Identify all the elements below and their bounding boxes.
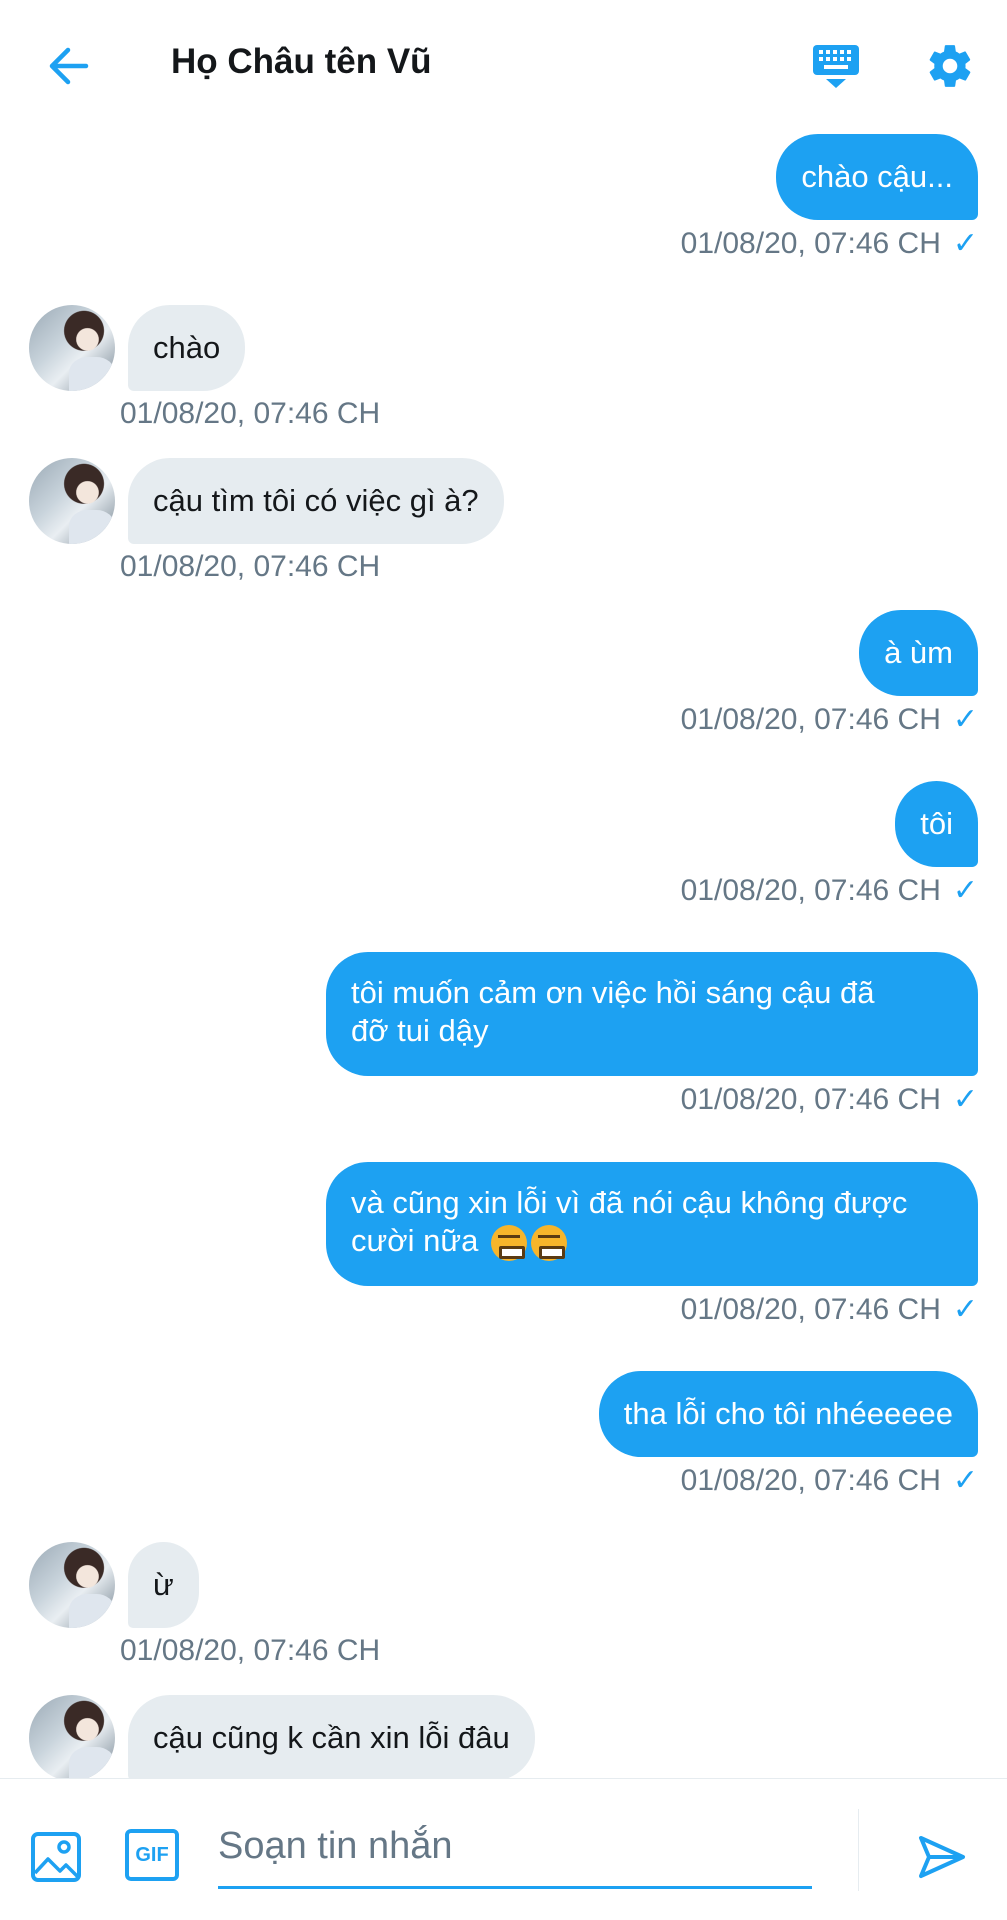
message-list[interactable]: chào cậu... 01/08/20, 07:46 CH ✓ chào 01… [0,130,1007,1778]
message-text: à ùm [884,635,953,670]
message-bubble-outgoing[interactable]: à ùm [859,610,978,696]
message-text-line-with-emoji: cười nữa [351,1222,567,1261]
check-icon: ✓ [952,703,978,736]
message-text-line: và cũng xin lỗi vì đã nói cậu không được [351,1185,908,1220]
message-timestamp: 01/08/20, 07:46 CH [120,1634,381,1667]
avatar[interactable] [29,1695,115,1778]
message-bubble-incoming[interactable]: cậu cũng k cần xin lỗi đâu [128,1695,535,1778]
check-icon: ✓ [952,1293,978,1326]
settings-button[interactable] [920,36,980,96]
message-bubble-outgoing[interactable]: tôi muốn cảm ơn việc hồi sáng cậu đã đỡ … [326,952,978,1076]
compose-field[interactable] [218,1807,812,1889]
compose-input[interactable] [218,1807,812,1886]
timestamp-text: 01/08/20, 07:46 CH [680,1082,941,1116]
arrow-left-icon [49,47,89,85]
timestamp-text: 01/08/20, 07:46 CH [680,873,941,907]
check-icon: ✓ [952,874,978,907]
timestamp-text: 01/08/20, 07:46 CH [680,226,941,260]
avatar[interactable] [29,305,115,391]
message-bubble-outgoing[interactable]: tôi [895,781,978,867]
grimacing-squint-emoji-icon [490,1224,527,1261]
gear-icon [929,45,971,87]
message-composer: GIF [0,1778,1007,1920]
send-icon [919,1836,965,1878]
message-timestamp: 01/08/20, 07:46 CH ✓ [681,1292,978,1327]
message-timestamp: 01/08/20, 07:46 CH [120,550,381,583]
message-text: chào cậu... [801,159,953,194]
gif-label: GIF [135,1843,169,1866]
keyboard-icon [813,45,859,88]
message-timestamp: 01/08/20, 07:46 CH [120,397,381,430]
message-text-line: tôi muốn cảm ơn việc hồi sáng cậu đã [351,975,875,1010]
message-bubble-outgoing[interactable]: và cũng xin lỗi vì đã nói cậu không được… [326,1162,978,1286]
message-timestamp: 01/08/20, 07:46 CH ✓ [681,226,978,261]
message-bubble-incoming[interactable]: cậu tìm tôi có việc gì à? [128,458,504,544]
message-text: chào [153,330,221,365]
add-image-button[interactable] [30,1831,82,1883]
image-icon [31,1832,81,1882]
avatar[interactable] [29,1542,115,1628]
timestamp-text: 01/08/20, 07:46 CH [680,702,941,736]
message-text-line: cười nữa [351,1223,479,1258]
message-text: tôi [920,806,953,841]
send-button[interactable] [912,1827,972,1887]
check-icon: ✓ [952,1464,978,1497]
gif-button[interactable]: GIF [125,1829,179,1881]
message-text: ừ [153,1567,174,1602]
timestamp-text: 01/08/20, 07:46 CH [680,1463,941,1497]
back-button[interactable] [38,36,98,96]
message-timestamp: 01/08/20, 07:46 CH ✓ [681,702,978,737]
grimacing-squint-emoji-icon [530,1224,567,1261]
divider [858,1809,859,1891]
chat-header: Họ Châu tên Vũ [0,0,1007,130]
message-bubble-incoming[interactable]: ừ [128,1542,199,1628]
message-text-line: đỡ tui dậy [351,1013,489,1048]
check-icon: ✓ [952,1083,978,1116]
message-text: cậu cũng k cần xin lỗi đâu [153,1720,510,1755]
avatar[interactable] [29,458,115,544]
message-timestamp: 01/08/20, 07:46 CH ✓ [681,1082,978,1117]
message-timestamp: 01/08/20, 07:46 CH ✓ [681,1463,978,1498]
message-text: cậu tìm tôi có việc gì à? [153,483,479,518]
timestamp-text: 01/08/20, 07:46 CH [680,1292,941,1326]
message-text: tha lỗi cho tôi nhéeeeee [623,1396,953,1431]
message-bubble-outgoing[interactable]: tha lỗi cho tôi nhéeeeee [598,1371,978,1457]
check-icon: ✓ [952,227,978,260]
conversation-title: Họ Châu tên Vũ [171,42,432,81]
message-bubble-incoming[interactable]: chào [128,305,246,391]
keyboard-button[interactable] [806,36,866,96]
message-bubble-outgoing[interactable]: chào cậu... [776,134,978,220]
message-timestamp: 01/08/20, 07:46 CH ✓ [681,873,978,908]
